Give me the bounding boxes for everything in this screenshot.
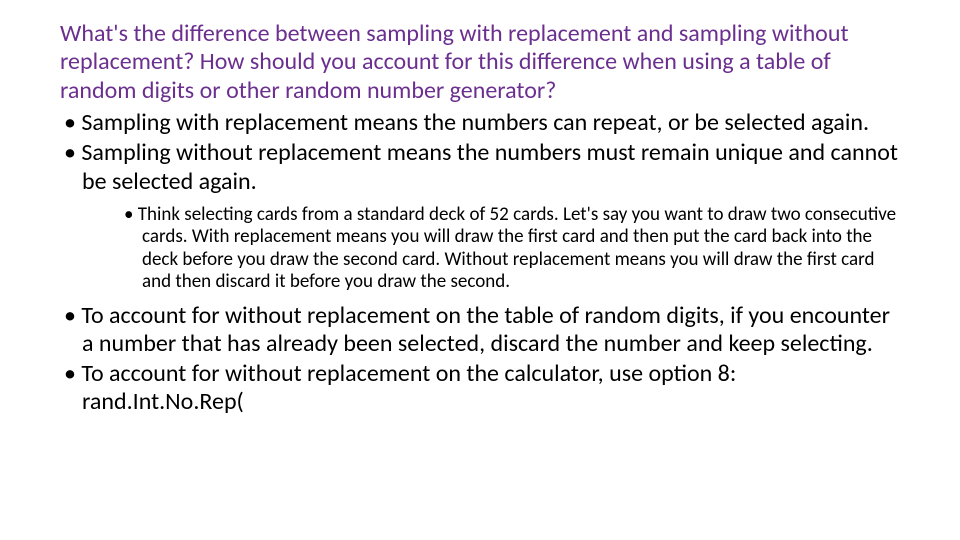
bullet-with-replacement: Sampling with replacement means the numb… <box>60 109 900 137</box>
question-text: What's the difference between sampling w… <box>60 20 900 105</box>
bullet-without-replacement: Sampling without replacement means the n… <box>60 139 900 196</box>
slide-body: What's the difference between sampling w… <box>0 0 960 540</box>
sub-bullet-cards-example: Think selecting cards from a standard de… <box>120 204 900 294</box>
bullet-table-random-digits: To account for without replacement on th… <box>60 302 900 359</box>
bullet-calculator-option: To account for without replacement on th… <box>60 360 900 417</box>
